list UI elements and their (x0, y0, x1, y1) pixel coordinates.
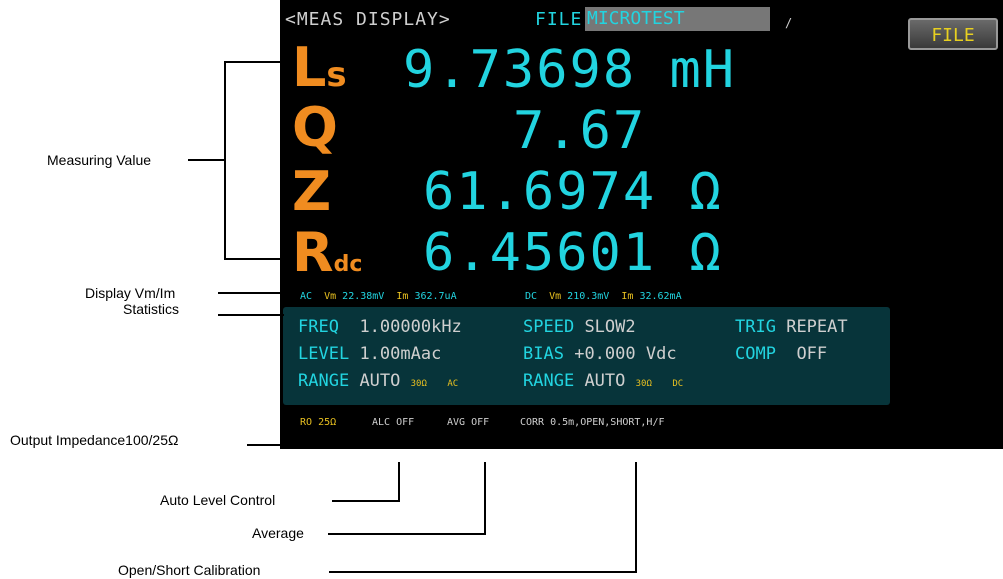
level-setting[interactable]: LEVEL 1.00mAac (298, 344, 441, 364)
file-label: FILE (535, 9, 583, 30)
setup-panel: FREQ 1.00000kHz SPEED SLOW2 TRIG REPEAT … (283, 307, 890, 405)
callout-output-impedance: Output Impedance100/25Ω (10, 432, 179, 448)
callout-measuring-value: Measuring Value (47, 152, 152, 168)
trig-setting[interactable]: TRIG REPEAT (735, 317, 848, 337)
callout-average: Average (252, 525, 304, 541)
callout-line (398, 462, 400, 502)
callout-line (218, 292, 284, 294)
bracket-line (224, 258, 284, 260)
ro-status: RO 25Ω (300, 417, 337, 428)
callout-display-vmim: Display Vm/Im (85, 285, 176, 301)
param-z: Z (292, 160, 332, 223)
callout-line (328, 533, 486, 535)
value-z: 61.6974 Ω (423, 162, 723, 222)
alc-status: ALC OFF (372, 417, 415, 428)
callout-line (218, 314, 284, 316)
separator-mark: / (785, 16, 794, 30)
param-ls: Ls (292, 36, 347, 99)
value-rdc: 6.45601 Ω (423, 223, 723, 283)
screen-title: <MEAS DISPLAY> (285, 9, 451, 30)
callout-line (188, 159, 224, 161)
speed-setting[interactable]: SPEED SLOW2 (523, 317, 636, 337)
vmim-dc: DC Vm 210.3mV Im 32.62mA (525, 291, 682, 302)
callout-open-short-calibration: Open/Short Calibration (118, 562, 261, 578)
range-ac-setting[interactable]: RANGE AUTO 30Ω AC (298, 371, 458, 391)
callout-line (635, 462, 637, 573)
file-name-field[interactable]: MICROTEST (585, 7, 770, 31)
bias-setting[interactable]: BIAS +0.000 Vdc (523, 344, 677, 364)
corr-status: CORR 0.5m,OPEN,SHORT,H/F (520, 417, 665, 428)
comp-setting[interactable]: COMP OFF (735, 344, 827, 364)
callout-line (329, 571, 637, 573)
file-button[interactable]: FILE (908, 18, 998, 50)
vmim-ac: AC Vm 22.38mV Im 362.7uA (300, 291, 457, 302)
callout-line (247, 444, 284, 446)
instrument-screen: <MEAS DISPLAY> FILE MICROTEST / FILE Ls … (280, 0, 1003, 449)
range-dc-setting[interactable]: RANGE AUTO 30Ω DC (523, 371, 683, 391)
bracket-line (224, 61, 284, 63)
callout-auto-level-control: Auto Level Control (160, 492, 276, 508)
callout-statistics: Statistics (123, 301, 180, 317)
callout-line (332, 500, 400, 502)
freq-setting[interactable]: FREQ 1.00000kHz (298, 317, 462, 337)
value-q: 7.67 (513, 101, 647, 161)
callout-line (484, 462, 486, 535)
avg-status: AVG OFF (447, 417, 490, 428)
param-rdc: Rdc (292, 221, 363, 284)
param-q: Q (292, 96, 338, 159)
value-ls: 9.73698 mH (403, 40, 737, 100)
bracket-line (224, 61, 226, 260)
